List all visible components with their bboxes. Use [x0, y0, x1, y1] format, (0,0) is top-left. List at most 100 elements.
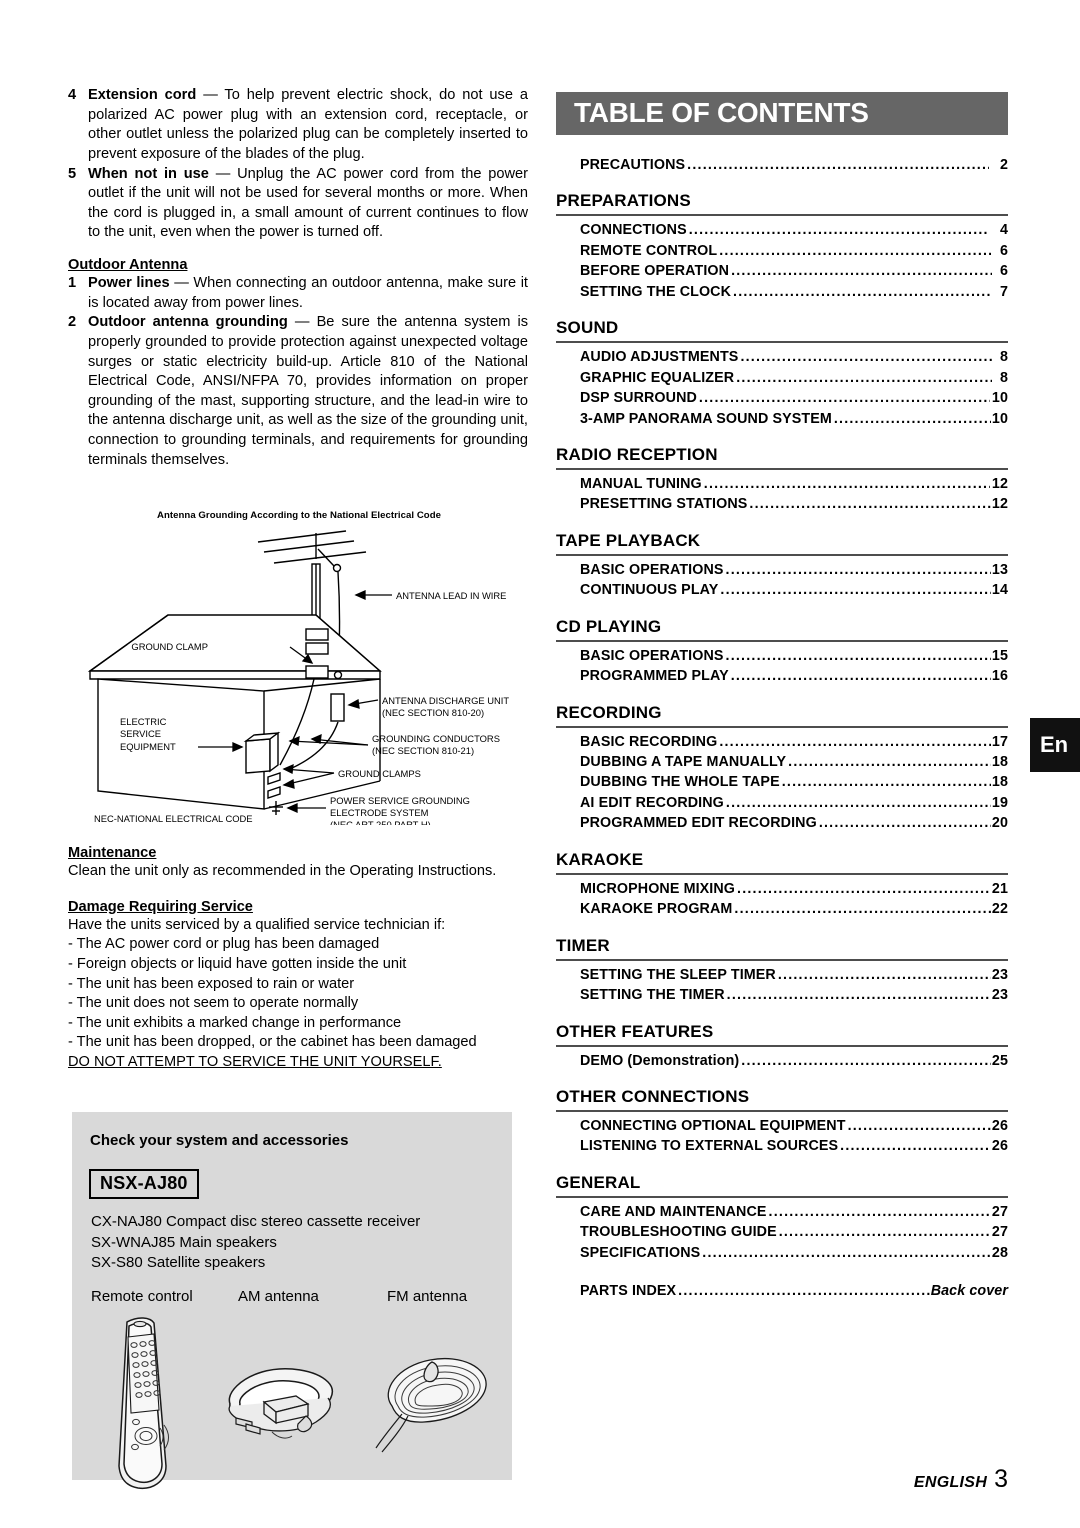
toc-entry-label: DSP SURROUND — [580, 390, 697, 407]
toc-entry[interactable]: MANUAL TUNING...........................… — [556, 474, 1008, 494]
toc-entry-label: PRESETTING STATIONS — [580, 496, 748, 513]
toc-entry-precautions[interactable]: PRECAUTIONS ............................… — [556, 155, 1008, 175]
leader-dots: ........................................… — [730, 668, 991, 685]
toc-entry-page: 20 — [991, 815, 1008, 832]
toc-entry-label: CONTINUOUS PLAY — [580, 582, 719, 599]
toc-entry-label: SETTING THE TIMER — [580, 987, 725, 1004]
toc-entry-page: 28 — [991, 1244, 1008, 1261]
label-remote-control: Remote control — [91, 1288, 193, 1305]
toc-entry[interactable]: DUBBING THE WHOLE TAPE..................… — [556, 772, 1008, 792]
antenna-grounding-diagram: Antenna Grounding According to the Natio… — [68, 505, 530, 825]
component-line: SX-WNAJ85 Main speakers — [91, 1233, 277, 1251]
toc-entry[interactable]: CONNECTING OPTIONAL EQUIPMENT...........… — [556, 1116, 1008, 1136]
toc-group-rule — [556, 467, 1008, 470]
leader-dots: ........................................… — [725, 794, 991, 811]
item-text: — Be sure the antenna system is properly… — [88, 314, 529, 468]
toc-entry-label: MANUAL TUNING — [580, 475, 702, 492]
item-body: When not in use — Unplug the AC power co… — [88, 165, 528, 244]
toc-entry[interactable]: CONTINUOUS PLAY.........................… — [556, 580, 1008, 600]
toc-entry-page: 10 — [991, 390, 1008, 407]
toc-entry[interactable]: CONNECTIONS.............................… — [556, 220, 1008, 240]
toc-entry[interactable]: LISTENING TO EXTERNAL SOURCES...........… — [556, 1136, 1008, 1156]
toc-entry-page: 18 — [991, 774, 1008, 791]
toc-entry[interactable]: REMOTE CONTROL..........................… — [556, 241, 1008, 261]
toc-entry[interactable]: DSP SURROUND............................… — [556, 388, 1008, 408]
toc-entry[interactable]: KARAOKE PROGRAM.........................… — [556, 899, 1008, 919]
leader-dots: ........................................… — [847, 1117, 991, 1134]
toc-entry-label: BASIC OPERATIONS — [580, 647, 724, 664]
leader-dots: ........................................… — [749, 496, 991, 513]
item-lead: Power lines — [88, 275, 170, 291]
leader-dots: ........................................… — [833, 410, 991, 427]
toc-entry[interactable]: AUDIO ADJUSTMENTS.......................… — [556, 347, 1008, 367]
toc-entry[interactable]: DEMO (Demonstration)....................… — [556, 1051, 1008, 1071]
toc-entry-page: 4 — [999, 222, 1008, 239]
damage-bullet: - The unit does not seem to operate norm… — [68, 995, 359, 1012]
label-power-service-line1: POWER SERVICE GROUNDING — [330, 795, 470, 806]
toc-entry-parts-index[interactable]: PARTS INDEX ............................… — [556, 1281, 1008, 1301]
toc-entry-label: BASIC RECORDING — [580, 733, 718, 750]
leader-dots: ........................................… — [702, 1244, 990, 1261]
label-equipment: EQUIPMENT — [120, 741, 176, 752]
toc-group-rule — [556, 639, 1008, 642]
toc-group: SOUND AUDIO ADJUSTMENTS..................… — [556, 318, 1008, 429]
toc-group-rule — [556, 553, 1008, 556]
leader-dots: ........................................… — [840, 1138, 991, 1155]
toc-entry[interactable]: PROGRAMMED PLAY.........................… — [556, 666, 1008, 686]
damage-bullet: - Foreign objects or liquid have gotten … — [68, 955, 407, 972]
toc-entry[interactable]: CARE AND MAINTENANCE....................… — [556, 1202, 1008, 1222]
toc-group-title: TIMER — [556, 935, 610, 955]
toc-entry[interactable]: BEFORE OPERATION........................… — [556, 261, 1008, 281]
toc-entry[interactable]: MICROPHONE MIXING.......................… — [556, 879, 1008, 899]
toc-entry-page: Back cover — [930, 1283, 1008, 1300]
toc-title-bar: TABLE OF CONTENTS — [556, 92, 1008, 135]
toc-entry[interactable]: BASIC OPERATIONS........................… — [556, 646, 1008, 666]
toc-entry-page: 21 — [991, 880, 1008, 897]
toc-entry[interactable]: SETTING THE TIMER.......................… — [556, 985, 1008, 1005]
toc-group-rule — [556, 1195, 1008, 1198]
toc-group-rule — [556, 958, 1008, 961]
numbered-item: 5 When not in use — Unplug the AC power … — [68, 165, 528, 244]
toc-entry-page: 23 — [991, 987, 1008, 1004]
toc-entry-page: 2 — [999, 157, 1008, 173]
remote-control-illustration — [118, 1317, 169, 1490]
toc-entry-page: 18 — [991, 754, 1008, 770]
toc-entry[interactable]: 3-AMP PANORAMA SOUND SYSTEM.............… — [556, 409, 1008, 429]
damage-intro: Have the units serviced by a qualified s… — [68, 916, 446, 933]
toc-entry[interactable]: BASIC RECORDING.........................… — [556, 732, 1008, 752]
toc-entry[interactable]: SETTING THE SLEEP TIMER.................… — [556, 965, 1008, 985]
leader-dots: ........................................… — [777, 966, 991, 983]
leader-dots: ........................................… — [740, 349, 993, 366]
toc-group-title: RECORDING — [556, 702, 662, 722]
toc-group: PREPARATIONS CONNECTIONS.................… — [556, 191, 1008, 302]
toc-entry-label: REMOTE CONTROL — [580, 242, 718, 259]
toc-entry-label: 3-AMP PANORAMA SOUND SYSTEM — [580, 410, 832, 427]
toc-entry[interactable]: BASIC OPERATIONS........................… — [556, 560, 1008, 580]
toc-entry[interactable]: TROUBLESHOOTING GUIDE...................… — [556, 1222, 1008, 1242]
item-lead: When not in use — [88, 165, 209, 182]
label-power-service-line3: (NEC ART 250 PART H) — [330, 819, 431, 825]
toc-group-rule — [556, 872, 1008, 875]
toc-entry[interactable]: DUBBING A TAPE MANUALLY.................… — [556, 752, 1008, 772]
manual-page: 4 Extension cord — To help prevent elect… — [0, 0, 1080, 1528]
toc-entry[interactable]: SETTING THE CLOCK.......................… — [556, 282, 1008, 302]
toc-entry-label: SPECIFICATIONS — [580, 1244, 701, 1261]
toc-entry-page: 22 — [991, 901, 1008, 918]
toc-entry-label: AUDIO ADJUSTMENTS — [580, 349, 739, 366]
toc-entry[interactable]: PRESETTING STATIONS.....................… — [556, 494, 1008, 514]
toc-entry[interactable]: GRAPHIC EQUALIZER.......................… — [556, 368, 1008, 388]
toc-entry[interactable]: AI EDIT RECORDING.......................… — [556, 793, 1008, 813]
toc-entry[interactable]: PROGRAMMED EDIT RECORDING...............… — [556, 813, 1008, 833]
toc-entry-label: LISTENING TO EXTERNAL SOURCES — [580, 1138, 839, 1155]
toc-entry-page: 13 — [991, 561, 1008, 578]
toc-entry-label: MICROPHONE MIXING — [580, 880, 736, 897]
item-lead: Extension cord — [88, 87, 197, 103]
leader-dots: ........................................… — [737, 880, 991, 897]
toc-group-title: OTHER FEATURES — [556, 1021, 714, 1041]
label-electric: ELECTRIC — [120, 716, 167, 727]
leader-dots: ........................................… — [725, 561, 991, 578]
component-line: CX-NAJ80 Compact disc stereo cassette re… — [91, 1213, 421, 1230]
toc-entry[interactable]: SPECIFICATIONS..........................… — [556, 1243, 1008, 1263]
accessories-box: Check your system and accessories NSX-AJ… — [72, 1112, 512, 1490]
toc-entry-label: SETTING THE CLOCK — [580, 283, 732, 300]
